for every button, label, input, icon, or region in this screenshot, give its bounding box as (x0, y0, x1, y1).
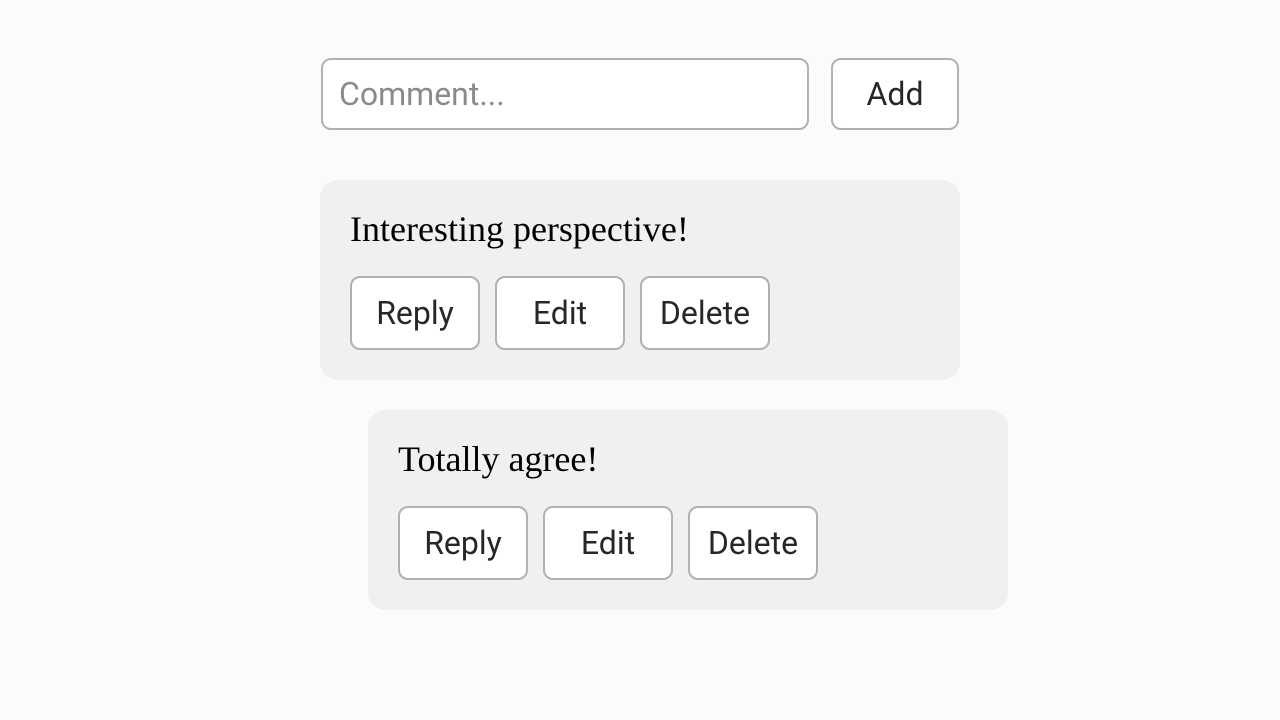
reply-button[interactable]: Reply (398, 506, 528, 580)
comment-input[interactable] (321, 58, 809, 130)
comment-widget: Add Interesting perspective! Reply Edit … (0, 0, 1280, 610)
comment-text: Totally agree! (398, 438, 978, 480)
comment-card: Interesting perspective! Reply Edit Dele… (320, 180, 960, 380)
delete-button[interactable]: Delete (640, 276, 770, 350)
comment-input-row: Add (0, 58, 1280, 130)
reply-button[interactable]: Reply (350, 276, 480, 350)
add-button[interactable]: Add (831, 58, 959, 130)
edit-button[interactable]: Edit (543, 506, 673, 580)
comment-text: Interesting perspective! (350, 208, 930, 250)
comment-actions: Reply Edit Delete (398, 506, 978, 580)
comment-actions: Reply Edit Delete (350, 276, 930, 350)
comment-card: Totally agree! Reply Edit Delete (368, 410, 1008, 610)
delete-button[interactable]: Delete (688, 506, 818, 580)
edit-button[interactable]: Edit (495, 276, 625, 350)
